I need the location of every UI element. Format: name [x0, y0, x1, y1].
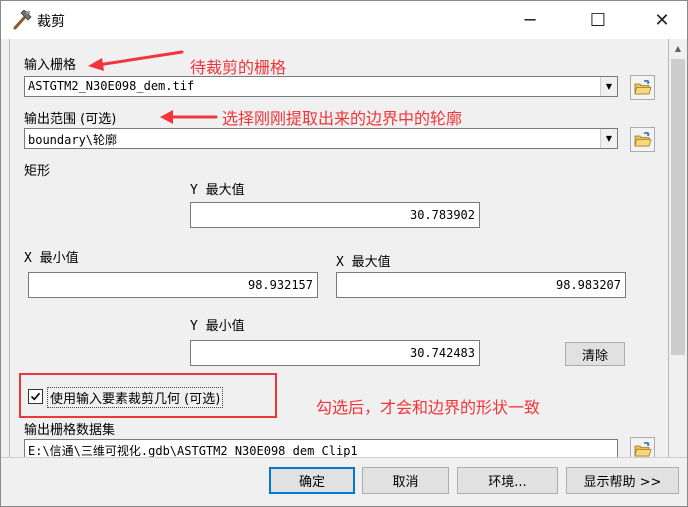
ok-button[interactable]: 确定: [269, 467, 355, 494]
close-button[interactable]: ✕: [639, 1, 685, 39]
raster-annotation-arrow: [96, 50, 184, 67]
parameters-panel: 输入栅格 ASTGTM2_N30E098_dem.tif ▼ 输出范围 (可选)…: [9, 39, 669, 457]
chevron-up-icon[interactable]: ▲: [669, 39, 687, 57]
environments-button[interactable]: 环境...: [457, 467, 558, 494]
dialog-button-bar: 确定 取消 环境... 显示帮助 >>: [1, 457, 687, 506]
minimize-icon: ─: [524, 9, 536, 31]
cancel-button[interactable]: 取消: [362, 467, 449, 494]
extent-annotation-arrowhead: [160, 110, 173, 124]
vertical-scrollbar[interactable]: ▲: [669, 39, 687, 457]
annotation-arrows: [88, 50, 218, 124]
maximize-icon: ☐: [589, 9, 607, 31]
scrollbar-thumb[interactable]: [671, 59, 685, 355]
hammer-icon: [11, 9, 33, 30]
maximize-button[interactable]: ☐: [575, 1, 621, 39]
show-help-button[interactable]: 显示帮助 >>: [566, 467, 679, 494]
window-title: 裁剪: [37, 14, 65, 30]
minimize-button[interactable]: ─: [507, 1, 553, 39]
clip-tool-dialog: 裁剪 ─ ☐ ✕ 输入栅格 ASTGTM2_N30E098_dem.tif ▼ …: [0, 0, 688, 507]
title-bar[interactable]: 裁剪 ─ ☐ ✕: [1, 1, 687, 39]
close-icon: ✕: [654, 9, 670, 31]
raster-annotation-arrowhead: [88, 58, 104, 71]
